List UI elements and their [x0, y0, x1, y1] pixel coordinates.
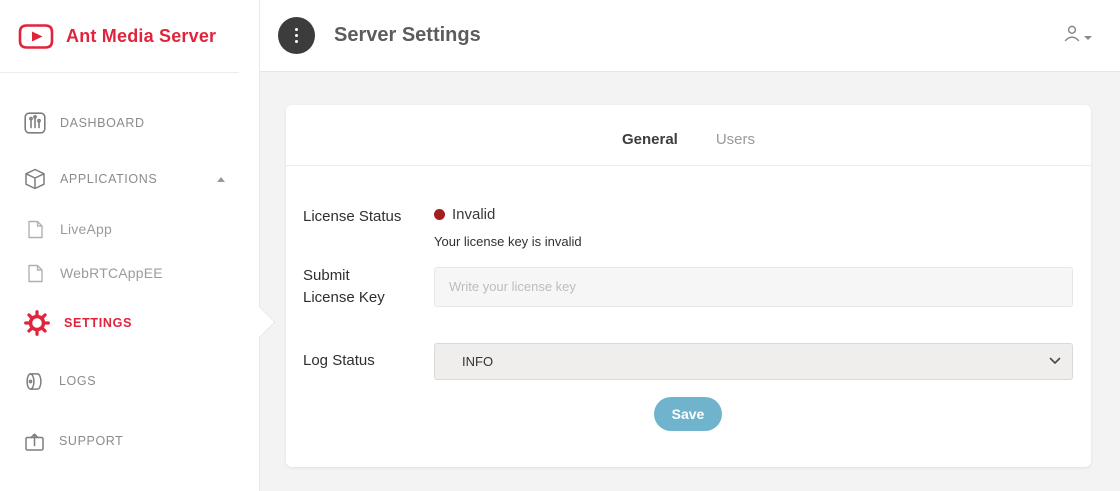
license-key-label: Submit License Key — [303, 265, 434, 309]
tab-general[interactable]: General — [622, 131, 678, 148]
log-status-select[interactable]: INFO — [434, 343, 1073, 380]
license-status-value-line: Invalid — [434, 206, 1073, 223]
sidebar-item-webrtcappee[interactable]: WebRTCAppEE — [0, 251, 259, 295]
sidebar-item-logs[interactable]: LOGS — [0, 351, 259, 411]
save-row: Save — [303, 397, 1073, 431]
brand-name: Ant Media Server — [66, 26, 216, 47]
support-icon — [24, 431, 45, 452]
file-icon — [27, 220, 44, 239]
collapse-caret-icon[interactable] — [217, 177, 225, 182]
chevron-down-icon — [1084, 36, 1092, 40]
app-window: Ant Media Server DASHBOARD — [0, 0, 1120, 491]
sidebar-item-settings[interactable]: SETTINGS — [0, 295, 259, 351]
sidebar-item-dashboard[interactable]: DASHBOARD — [0, 95, 259, 151]
kebab-dot — [295, 40, 299, 44]
status-dot-icon — [434, 209, 445, 220]
tabs: General Users — [286, 105, 1091, 166]
user-menu-button[interactable] — [1063, 24, 1092, 47]
license-key-row: Submit License Key — [303, 265, 1073, 309]
sidebar-item-label: DASHBOARD — [60, 116, 145, 130]
license-key-input[interactable] — [434, 267, 1073, 307]
settings-card: General Users License Status Invalid You… — [286, 105, 1091, 467]
sidebar-item-label: APPLICATIONS — [60, 172, 157, 186]
kebab-dot — [295, 28, 299, 32]
ant-media-logo-icon — [16, 21, 56, 52]
license-status-value: Invalid — [452, 206, 495, 223]
content-area: General Users License Status Invalid You… — [260, 72, 1120, 491]
license-status-label: License Status — [303, 206, 434, 249]
user-icon — [1063, 24, 1082, 43]
kebab-dot — [295, 34, 299, 38]
file-icon — [27, 264, 44, 283]
log-status-field: INFO — [434, 343, 1073, 380]
topbar: Server Settings — [260, 0, 1120, 72]
sidebar-item-support[interactable]: SUPPORT — [0, 411, 259, 471]
dashboard-icon — [24, 112, 46, 134]
brand[interactable]: Ant Media Server — [0, 0, 259, 72]
license-key-field — [434, 267, 1073, 307]
license-status-field: Invalid Your license key is invalid — [434, 206, 1073, 249]
kebab-menu-button[interactable] — [278, 17, 315, 54]
applications-icon — [24, 168, 46, 190]
sidebar-item-label: LiveApp — [60, 221, 112, 237]
logs-icon — [24, 371, 45, 392]
license-status-description: Your license key is invalid — [434, 234, 1073, 249]
tab-users[interactable]: Users — [716, 131, 755, 148]
sidebar-nav: DASHBOARD APPLICATIONS — [0, 73, 259, 471]
sidebar-item-liveapp[interactable]: LiveApp — [0, 207, 259, 251]
gear-icon — [24, 310, 50, 336]
log-status-row: Log Status INFO — [303, 343, 1073, 380]
license-status-row: License Status Invalid Your license key … — [303, 206, 1073, 249]
sidebar-item-applications[interactable]: APPLICATIONS — [0, 151, 259, 207]
settings-form: License Status Invalid Your license key … — [286, 166, 1091, 431]
main-area: Server Settings General Users — [260, 0, 1120, 491]
sidebar-item-label: WebRTCAppEE — [60, 265, 163, 281]
page-title: Server Settings — [334, 24, 481, 47]
sidebar: Ant Media Server DASHBOARD — [0, 0, 260, 491]
sidebar-item-label: SETTINGS — [64, 316, 132, 330]
sidebar-item-label: SUPPORT — [59, 434, 123, 448]
sidebar-item-label: LOGS — [59, 374, 96, 388]
log-status-label: Log Status — [303, 350, 434, 372]
save-button[interactable]: Save — [654, 397, 723, 431]
